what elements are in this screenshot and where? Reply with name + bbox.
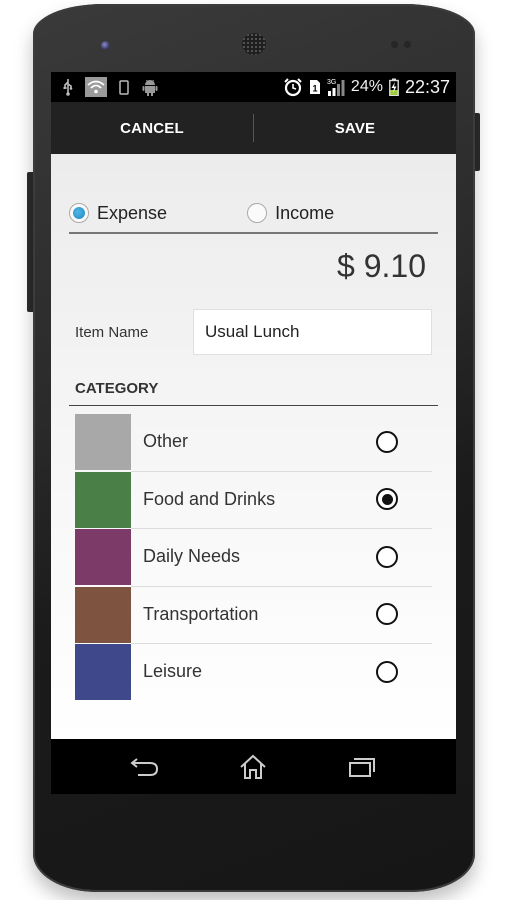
radio-unchecked-icon[interactable] [376, 430, 398, 453]
home-icon [240, 754, 267, 779]
income-label: Income [275, 202, 335, 223]
category-item-other[interactable]: Other [75, 413, 432, 471]
radio-unchecked-icon[interactable] [376, 603, 398, 626]
category-list: Other Food and Drinks Daily Needs Transp… [75, 413, 432, 701]
category-color-swatch [75, 586, 131, 643]
back-button[interactable] [125, 750, 165, 784]
category-label: Leisure [143, 661, 203, 682]
radio-unchecked-icon [247, 203, 268, 223]
transaction-type-group: Expense Income [69, 194, 438, 234]
item-name-label: Item Name [75, 323, 149, 341]
category-item-transportation[interactable]: Transportation [75, 585, 432, 644]
back-icon [130, 757, 159, 776]
recent-apps-button[interactable] [342, 750, 382, 784]
battery-percent: 24% [350, 78, 383, 95]
item-name-input[interactable]: Usual Lunch [193, 309, 432, 355]
navigation-bar [51, 739, 456, 794]
transaction-form: Expense Income $ 9.10 Item Name Usual Lu… [51, 154, 456, 739]
radio-unchecked-icon[interactable] [376, 545, 398, 568]
category-item-leisure[interactable]: Leisure [75, 643, 432, 701]
earpiece-speaker-icon [242, 33, 266, 55]
proximity-sensor-icon [391, 41, 398, 48]
category-color-swatch [75, 414, 131, 471]
category-label: Other [143, 431, 189, 452]
category-item-daily-needs[interactable]: Daily Needs [75, 528, 432, 586]
category-label: Transportation [143, 603, 259, 624]
volume-button [475, 113, 480, 171]
amount-display[interactable]: $ 9.10 [337, 248, 426, 285]
front-camera-icon [101, 41, 110, 50]
category-color-swatch [75, 644, 131, 701]
sim-icon: 1 [309, 79, 321, 95]
usb-icon [63, 78, 73, 96]
home-button[interactable] [233, 750, 273, 784]
wifi-icon [85, 77, 107, 97]
svg-text:3G: 3G [327, 79, 336, 86]
radio-checked-icon[interactable] [376, 488, 398, 511]
signal-icon: 3G [327, 77, 345, 97]
cancel-button[interactable]: CANCEL [51, 120, 253, 137]
status-bar: 1 3G 24% 22:37 [51, 72, 456, 102]
radio-checked-icon [69, 203, 89, 223]
android-icon [141, 78, 159, 96]
category-label: Food and Drinks [143, 488, 276, 509]
expense-label: Expense [97, 202, 168, 223]
income-radio[interactable]: Income [247, 203, 334, 224]
radio-unchecked-icon[interactable] [376, 660, 398, 683]
category-item-food-and-drinks[interactable]: Food and Drinks [75, 470, 432, 529]
item-name-row: Item Name Usual Lunch [75, 309, 432, 355]
save-button[interactable]: SAVE [254, 120, 456, 137]
recent-apps-icon [348, 757, 375, 777]
category-label: Daily Needs [143, 546, 241, 567]
phone-screen: 1 3G 24% 22:37 CANCEL SAVE Expense Incom… [51, 72, 456, 794]
action-bar: CANCEL SAVE [51, 102, 456, 154]
expense-radio[interactable]: Expense [69, 203, 167, 224]
battery-charging-icon [389, 78, 399, 96]
light-sensor-icon [404, 41, 411, 48]
clock: 22:37 [404, 76, 450, 97]
category-color-swatch [75, 471, 131, 528]
category-header: CATEGORY [69, 380, 438, 406]
alarm-icon [283, 77, 303, 97]
category-color-swatch [75, 529, 131, 586]
phone-outline-icon [119, 79, 129, 95]
svg-text:1: 1 [312, 84, 317, 94]
